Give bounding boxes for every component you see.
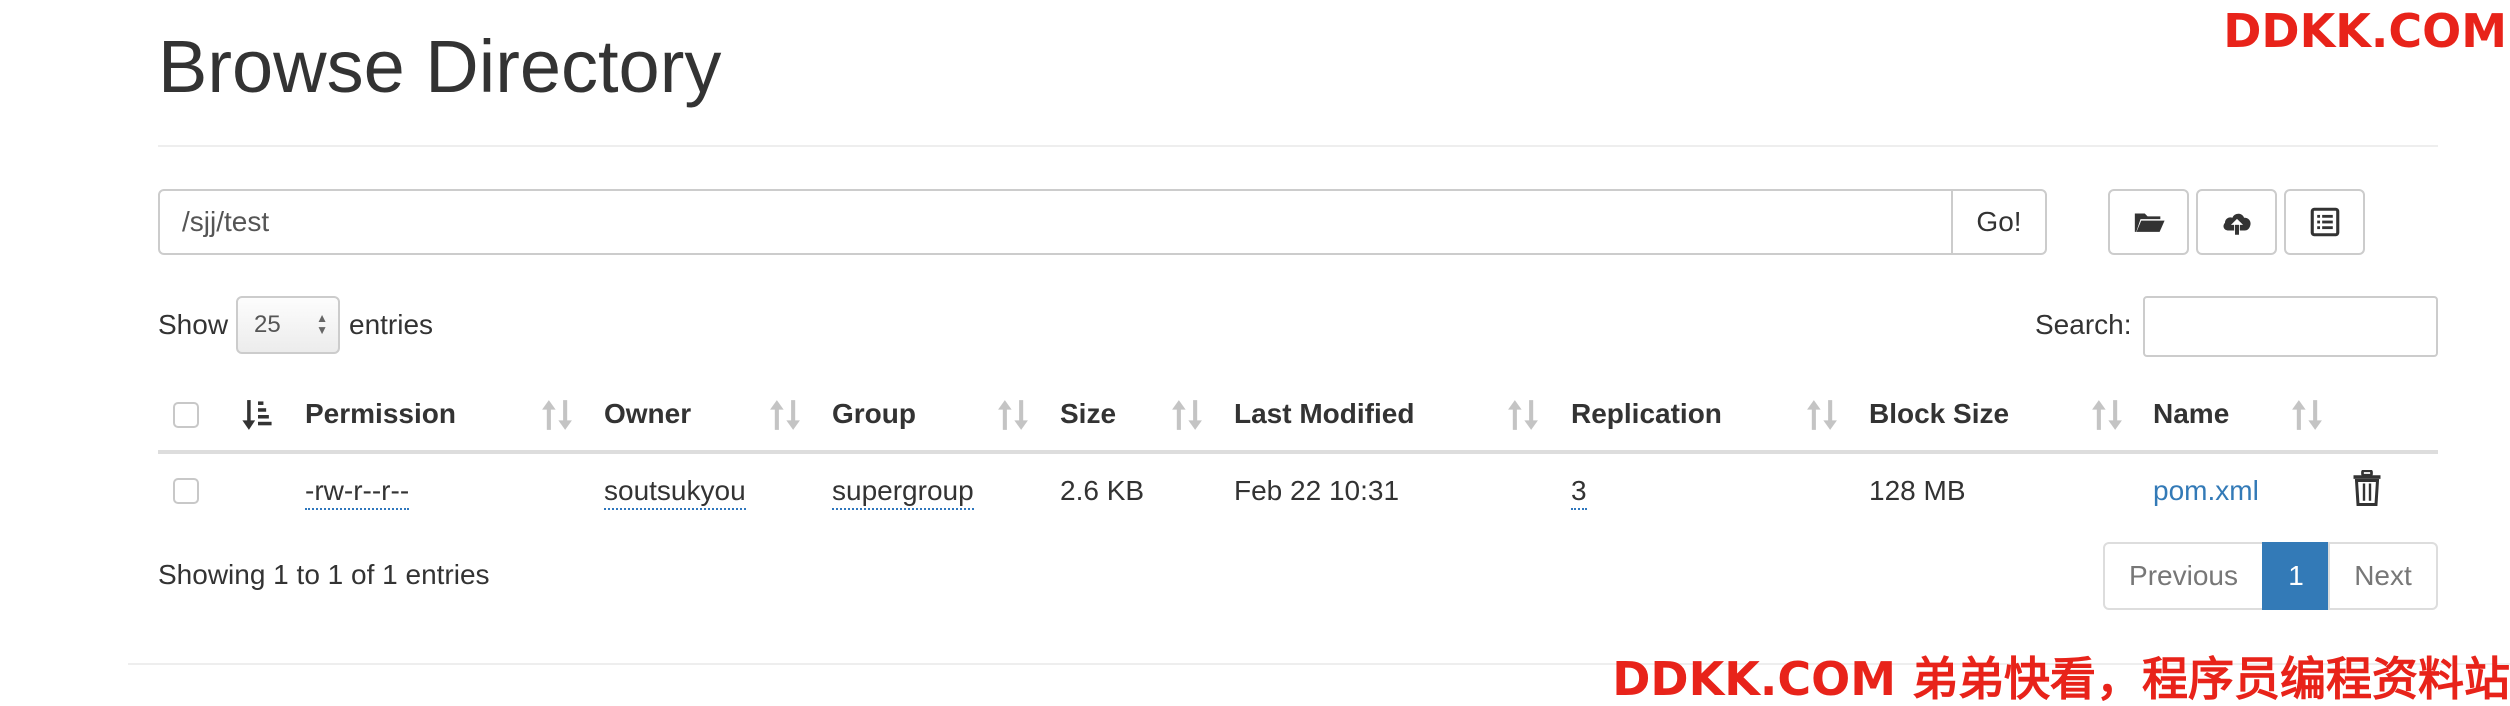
sort-both-icon[interactable] (768, 396, 802, 434)
list-alt-icon (2310, 207, 2339, 237)
cell-replication[interactable]: 3 (1571, 475, 1587, 510)
page-title: Browse Directory (158, 25, 722, 108)
select-arrows-icon: ▲ ▼ (316, 311, 328, 337)
watermark-top: DDKK.COM (2223, 4, 2507, 58)
header-group[interactable]: Group (832, 398, 916, 430)
sort-both-icon[interactable] (996, 396, 1030, 434)
cell-block-size: 128 MB (1869, 475, 1966, 506)
header-replication[interactable]: Replication (1571, 398, 1722, 430)
header-size[interactable]: Size (1060, 398, 1116, 430)
cell-owner[interactable]: soutsukyou (604, 475, 746, 510)
entries-length-select[interactable]: 25 ▲ ▼ (236, 296, 340, 354)
sort-both-icon[interactable] (1506, 396, 1540, 434)
row-checkbox[interactable] (173, 478, 199, 504)
upload-cloud-icon (2223, 213, 2251, 235)
sort-asc-icon[interactable] (241, 396, 275, 434)
create-directory-button[interactable] (2108, 189, 2189, 255)
cell-permission[interactable]: -rw-r--r-- (305, 475, 410, 510)
header-permission[interactable]: Permission (305, 398, 456, 430)
upload-button[interactable] (2196, 189, 2277, 255)
sort-both-icon[interactable] (1170, 396, 1204, 434)
cell-group[interactable]: supergroup (832, 475, 974, 510)
table-header-divider (158, 450, 2438, 454)
sort-both-icon[interactable] (2290, 396, 2324, 434)
trash-icon[interactable] (2352, 470, 2382, 506)
search-label: Search: (2035, 309, 2132, 340)
header-last-modified[interactable]: Last Modified (1234, 398, 1414, 430)
header-owner[interactable]: Owner (604, 398, 691, 430)
sort-both-icon[interactable] (540, 396, 574, 434)
select-all-checkbox[interactable] (173, 402, 199, 428)
sort-both-icon[interactable] (2090, 396, 2124, 434)
entries-length-value: 25 (254, 311, 281, 338)
previous-page-button[interactable]: Previous (2103, 542, 2264, 610)
entries-label: entries (349, 309, 434, 340)
cell-last-modified: Feb 22 10:31 (1234, 475, 1400, 506)
search-input[interactable] (2143, 296, 2438, 357)
sort-both-icon[interactable] (1805, 396, 1839, 434)
header-block-size[interactable]: Block Size (1869, 398, 2009, 430)
page-1-button[interactable]: 1 (2262, 542, 2330, 610)
path-input[interactable]: /sjj/test (158, 189, 1953, 255)
file-name-link[interactable]: pom.xml (2153, 475, 2259, 507)
table-info: Showing 1 to 1 of 1 entries (158, 559, 490, 590)
cut-paste-button[interactable] (2284, 189, 2365, 255)
go-button[interactable]: Go! (1951, 189, 2047, 255)
cell-size: 2.6 KB (1060, 475, 1145, 506)
folder-open-icon (2134, 213, 2165, 232)
header-divider (158, 145, 2438, 147)
watermark-bottom: DDKK.COM 弟弟快看，程序员编程资料站 (1612, 652, 2510, 706)
show-label: Show (158, 309, 229, 340)
header-name[interactable]: Name (2153, 398, 2229, 430)
next-page-button[interactable]: Next (2328, 542, 2438, 610)
